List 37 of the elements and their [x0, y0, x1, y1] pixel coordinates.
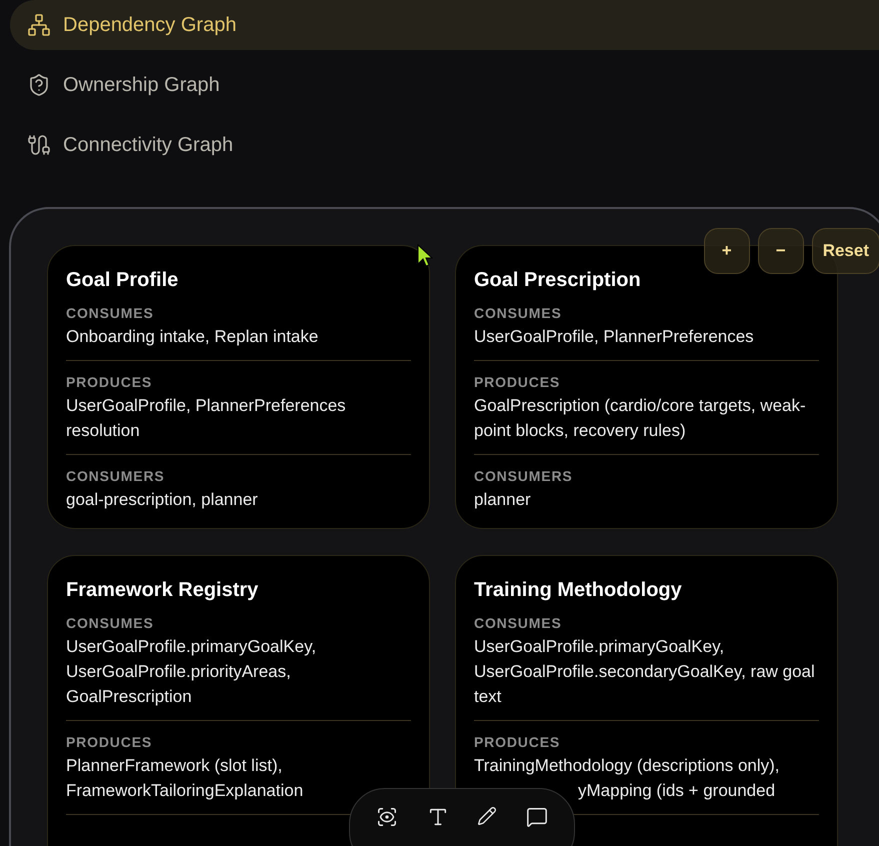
nav-tab[interactable]: Ownership Graph — [10, 60, 879, 110]
section-label: CONSUMERS — [474, 467, 574, 485]
section-value: goal-prescription, planner — [66, 489, 259, 511]
section-value: UserGoalProfile, PlannerPreferences — [474, 326, 755, 348]
section-value: UserGoalProfile, PlannerPreferences resolution — [66, 395, 347, 442]
section-label: CONSUMES — [474, 304, 563, 322]
section-value: Onboarding intake, Replan intake — [66, 326, 320, 348]
plug-icon — [27, 133, 51, 157]
zoom-in-button[interactable]: + — [704, 228, 750, 274]
section-value: UserGoalProfile.primaryGoalKey, UserGoalProfile.priorityAreas, GoalPrescription — [66, 636, 318, 708]
section-label: CONSUMES — [66, 304, 155, 322]
section-value: UserGoalProfile.primaryGoalKey, UserGoalProfile.secondaryGoalKey, raw goal text — [474, 636, 816, 708]
zoom-out-button[interactable]: − — [758, 228, 804, 274]
hierarchy-icon — [27, 13, 51, 37]
comment-icon[interactable] — [526, 806, 548, 828]
card-title: Goal Profile — [66, 268, 180, 293]
section-label: PRODUCES — [474, 733, 562, 751]
section-label: PRODUCES — [66, 373, 154, 391]
section-label: CONSUMES — [66, 614, 155, 632]
pencil-icon[interactable] — [477, 806, 498, 826]
section-label: PRODUCES — [66, 733, 154, 751]
reset-button[interactable]: Reset — [812, 228, 879, 274]
section-label: CONSUMERS — [66, 467, 166, 485]
section-value: yMapping (ids + grounded — [577, 780, 776, 802]
select-icon[interactable] — [376, 806, 398, 828]
nav-tab[interactable]: Connectivity Graph — [10, 120, 879, 170]
card-title: Training Methodology — [474, 578, 683, 603]
card-title: Goal Prescription — [474, 268, 642, 293]
section-label: PRODUCES — [474, 373, 562, 391]
card-title: Framework Registry — [66, 578, 260, 603]
shield-icon — [27, 73, 51, 97]
section-value: TrainingMethodology (descriptions only), — [474, 755, 781, 777]
section-value: GoalPrescription (cardio/core targets, weak-point blocks, recovery rules) — [474, 395, 807, 442]
section-value: planner — [474, 489, 532, 511]
nav-tab[interactable]: Dependency Graph — [10, 0, 879, 50]
section-label: CONSUMES — [474, 614, 563, 632]
section-value: PlannerFramework (slot list), FrameworkTailoringExplanation — [66, 755, 304, 802]
